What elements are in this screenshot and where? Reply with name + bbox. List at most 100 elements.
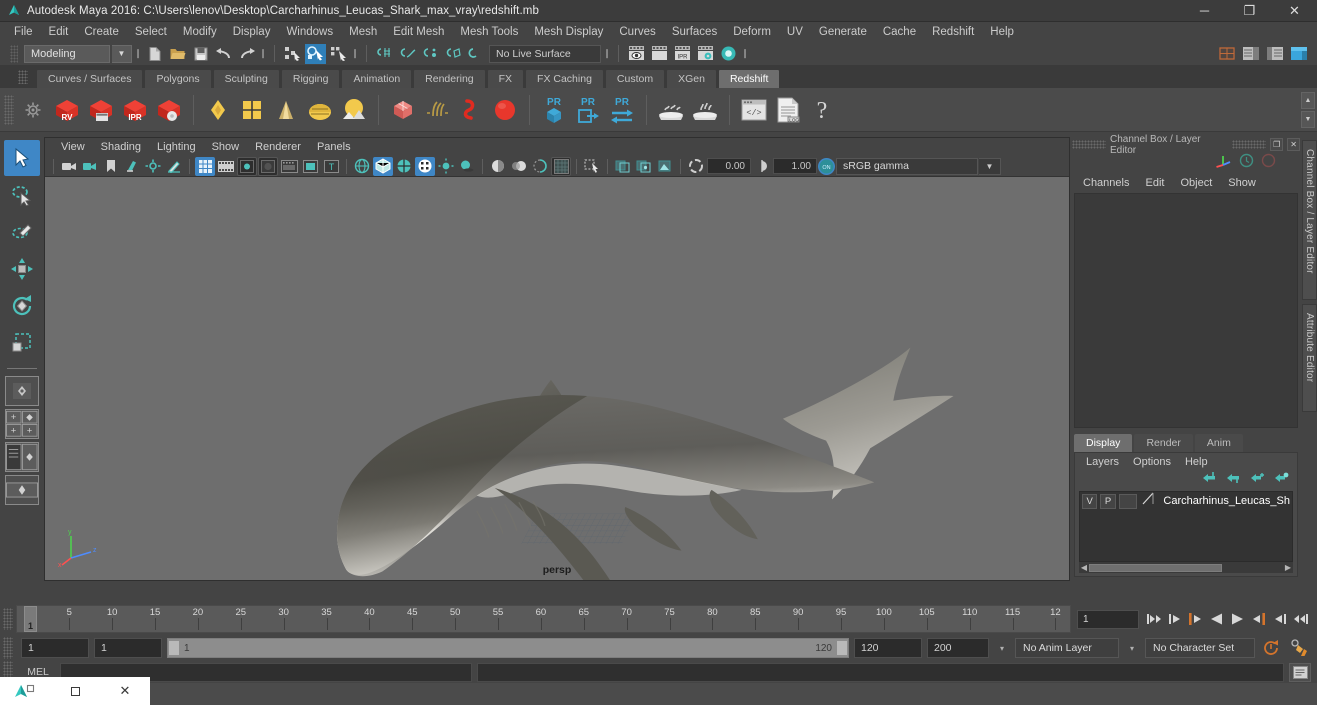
hypershade-icon[interactable]: [718, 44, 739, 64]
layer-playback-toggle[interactable]: P: [1100, 493, 1116, 509]
maya-taskbar-icon[interactable]: [0, 677, 50, 705]
titles-icon[interactable]: T: [321, 157, 341, 176]
anim-layer-selector[interactable]: No Anim Layer: [1015, 638, 1119, 658]
range-slider-grip[interactable]: [3, 637, 13, 659]
paint-select-tool[interactable]: [4, 214, 40, 250]
use-all-lights-icon[interactable]: [436, 157, 456, 176]
menu-windows[interactable]: Windows: [278, 24, 341, 40]
show-hide-modeling-toolkit-icon[interactable]: [1216, 44, 1237, 64]
channel-box-grip[interactable]: [1072, 140, 1106, 149]
shelf-tab-rigging[interactable]: Rigging: [280, 69, 341, 88]
redshift-help-icon[interactable]: ?: [805, 93, 839, 127]
grease-pencil-icon[interactable]: [164, 157, 184, 176]
layer-scroll-thumb[interactable]: [1089, 563, 1222, 572]
layer-menu-layers[interactable]: Layers: [1080, 455, 1125, 469]
layer-scroll-right-icon[interactable]: ▶: [1283, 563, 1293, 572]
character-set-selector[interactable]: No Character Set: [1145, 638, 1255, 658]
outliner-persp-layout[interactable]: [5, 442, 39, 472]
redshift-pr-export-icon[interactable]: PR: [571, 93, 605, 127]
menu-deform[interactable]: Deform: [725, 24, 779, 40]
film-origin-icon[interactable]: [279, 157, 299, 176]
wireframe-icon[interactable]: [352, 157, 372, 176]
channel-box-content[interactable]: [1074, 193, 1298, 428]
menu-edit[interactable]: Edit: [41, 24, 77, 40]
render-current-frame-icon[interactable]: [626, 44, 647, 64]
menu-curves[interactable]: Curves: [611, 24, 663, 40]
show-hide-tool-settings-icon[interactable]: [1264, 44, 1285, 64]
channel-menu-show[interactable]: Show: [1221, 176, 1263, 190]
layer-menu-help[interactable]: Help: [1179, 455, 1214, 469]
render-sequence-icon[interactable]: [649, 44, 670, 64]
scale-tool[interactable]: [4, 325, 40, 361]
channel-menu-channels[interactable]: Channels: [1076, 176, 1136, 190]
go-to-start-icon[interactable]: [1145, 610, 1162, 628]
menu-mesh-display[interactable]: Mesh Display: [526, 24, 611, 40]
redshift-pr-object-icon[interactable]: PR: [537, 93, 571, 127]
select-by-object-icon[interactable]: [305, 43, 326, 64]
viewport-menu-shading[interactable]: Shading: [93, 140, 149, 154]
transform-manip-icon[interactable]: [1215, 153, 1232, 173]
menu-set-selector[interactable]: Modeling: [24, 44, 110, 63]
redshift-bake-icon[interactable]: [654, 93, 688, 127]
layer-visibility-toggle[interactable]: V: [1082, 493, 1098, 509]
select-by-component-icon[interactable]: [328, 44, 349, 64]
color-management-selector[interactable]: sRGB gamma: [836, 157, 978, 175]
menu-select[interactable]: Select: [127, 24, 175, 40]
status-section-collapse-4[interactable]: ❙: [603, 45, 611, 62]
redshift-pr-transfer-icon[interactable]: PR: [605, 93, 639, 127]
select-tool[interactable]: [4, 140, 40, 176]
redshift-ipr-icon[interactable]: IPR: [118, 93, 152, 127]
close-button[interactable]: ✕: [1272, 0, 1317, 22]
tab-anim[interactable]: Anim: [1194, 434, 1243, 452]
channel-slow-icon[interactable]: [1261, 153, 1276, 173]
minimize-button[interactable]: ─: [1182, 0, 1227, 22]
layer-horizontal-scrollbar[interactable]: ◀ ▶: [1079, 562, 1293, 573]
step-back-frame-icon[interactable]: [1187, 610, 1204, 628]
menu-create[interactable]: Create: [76, 24, 127, 40]
color-management-toggle-icon[interactable]: ON: [818, 157, 835, 175]
safe-action-icon[interactable]: [300, 157, 320, 176]
maximize-button[interactable]: ❐: [1227, 0, 1272, 22]
grid-toggle-icon[interactable]: [195, 156, 215, 176]
redshift-render-view-icon[interactable]: RV: [50, 93, 84, 127]
shelf-scroll-up-icon[interactable]: ▲: [1301, 92, 1315, 109]
shaded-wireframe-icon[interactable]: [394, 157, 414, 176]
xray-joints-icon[interactable]: [634, 157, 654, 176]
viewport-menu-show[interactable]: Show: [204, 140, 248, 154]
redshift-render-options-icon[interactable]: [152, 93, 186, 127]
layer-scroll-left-icon[interactable]: ◀: [1079, 563, 1089, 572]
shelf-tab-grip[interactable]: [18, 70, 28, 84]
move-layer-up-icon[interactable]: [1202, 471, 1217, 489]
redshift-log-icon[interactable]: .LOG: [771, 93, 805, 127]
viewport-menu-view[interactable]: View: [53, 140, 93, 154]
gamma-icon[interactable]: [752, 157, 772, 176]
shelf-tab-polygons[interactable]: Polygons: [144, 69, 212, 88]
layer-color-swatch[interactable]: [1140, 492, 1156, 511]
range-start-time-field[interactable]: 1: [94, 638, 162, 658]
textured-icon[interactable]: [415, 156, 435, 176]
menu-uv[interactable]: UV: [779, 24, 811, 40]
gate-mask-icon[interactable]: [258, 156, 278, 176]
vtab-attribute-editor[interactable]: Attribute Editor: [1302, 304, 1317, 412]
color-management-chevron-down-icon[interactable]: ▼: [979, 157, 1001, 175]
menu-modify[interactable]: Modify: [175, 24, 225, 40]
render-settings-icon[interactable]: [695, 44, 716, 64]
viewport-menu-lighting[interactable]: Lighting: [149, 140, 204, 154]
current-frame-field[interactable]: 1: [1077, 609, 1139, 629]
camera-attributes-icon[interactable]: [80, 157, 100, 176]
shelf-tab-fx[interactable]: FX: [486, 69, 525, 88]
shelf-tab-animation[interactable]: Animation: [341, 69, 413, 88]
animation-preferences-icon[interactable]: [1287, 638, 1311, 658]
shelf-tab-rendering[interactable]: Rendering: [413, 69, 486, 88]
character-set-chevron-down-icon[interactable]: ▾: [1124, 644, 1140, 653]
snap-to-grid-icon[interactable]: [374, 44, 395, 64]
range-slider-right-handle[interactable]: [836, 640, 848, 656]
menu-file[interactable]: File: [6, 24, 41, 40]
channel-speed-icon[interactable]: [1239, 153, 1254, 173]
redshift-material-icon[interactable]: [201, 93, 235, 127]
time-slider-playhead[interactable]: 1: [24, 606, 37, 632]
film-gate-icon[interactable]: [216, 157, 236, 176]
shelf-tab-xgen[interactable]: XGen: [666, 69, 717, 88]
shelf-tab-fx-caching[interactable]: FX Caching: [525, 69, 604, 88]
redshift-bake-all-icon[interactable]: [688, 93, 722, 127]
